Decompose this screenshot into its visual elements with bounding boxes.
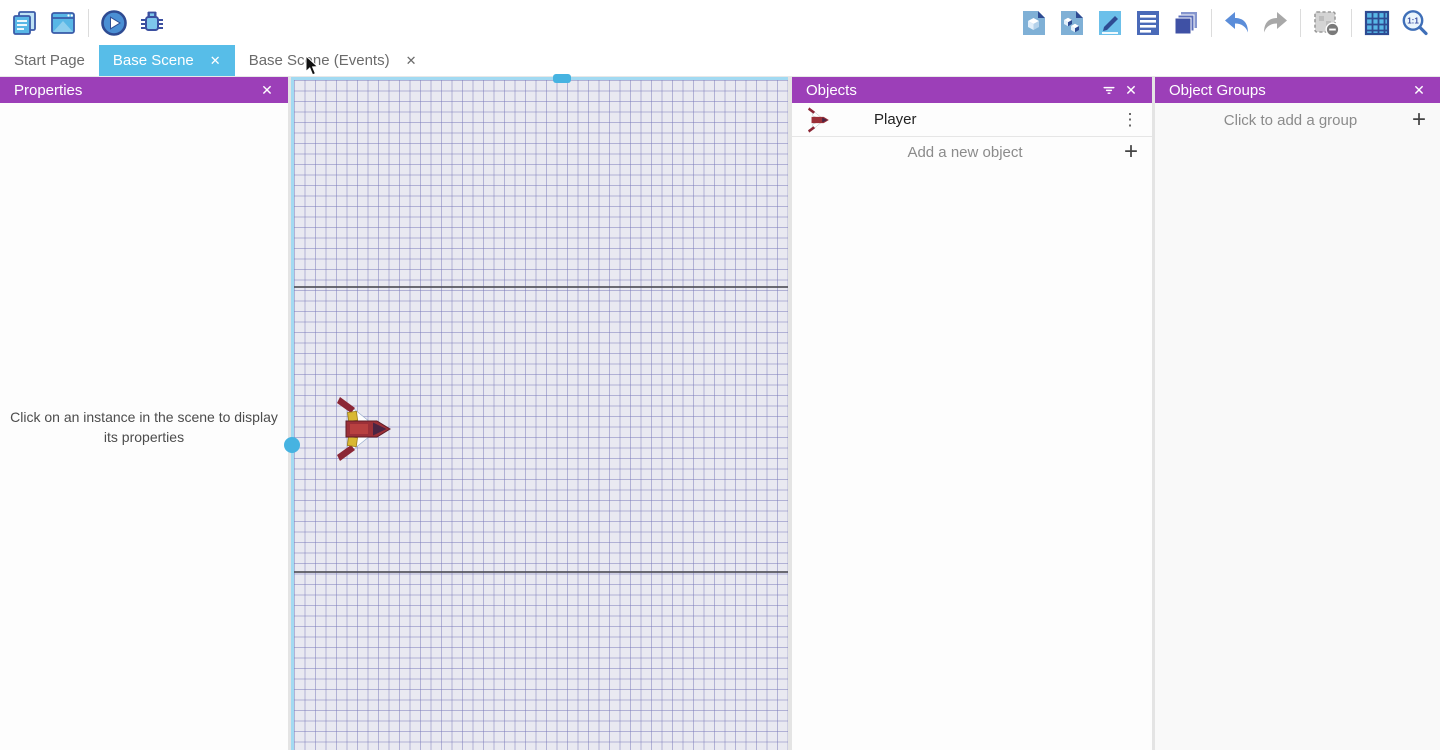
tab-label: Base Scene (Events)	[249, 52, 390, 69]
window-border-guide-top	[294, 286, 788, 288]
open-objects-editor-button[interactable]	[1017, 6, 1051, 40]
layers-panel-icon	[1171, 8, 1201, 38]
redo-button[interactable]	[1258, 6, 1292, 40]
mask-icon	[1311, 8, 1341, 38]
objects-panel-header: Objects ✕	[792, 77, 1152, 103]
start-page-button[interactable]	[46, 6, 80, 40]
project-manager-icon	[10, 8, 40, 38]
plus-icon[interactable]: +	[1124, 141, 1138, 163]
play-icon	[99, 8, 129, 38]
add-group-label: Click to add a group	[1169, 112, 1412, 129]
toolbar-separator	[1300, 9, 1301, 37]
toolbar-separator	[88, 9, 89, 37]
properties-empty-message: Click on an instance in the scene to dis…	[10, 407, 278, 447]
grid-icon	[1362, 8, 1392, 38]
toolbar-separator	[1351, 9, 1352, 37]
objects-panel: Objects ✕ Player ⋮ Add a new object	[792, 77, 1152, 750]
zoom-original-button[interactable]: 1:1	[1398, 6, 1432, 40]
redo-icon	[1260, 8, 1290, 38]
window-icon	[48, 8, 78, 38]
object-groups-panel-header: Object Groups ✕	[1155, 77, 1440, 103]
add-object-label: Add a new object	[806, 144, 1124, 161]
object-thumbnail	[808, 106, 830, 134]
panel-resize-handle-left[interactable]	[284, 437, 300, 453]
scene-canvas[interactable]	[291, 77, 788, 750]
window-border-guide-bottom	[294, 571, 788, 573]
add-object-row[interactable]: Add a new object +	[792, 137, 1152, 167]
tab-close-icon[interactable]: ✕	[210, 53, 221, 69]
zoom-level-label: 1:1	[1407, 16, 1419, 25]
open-instances-list-button[interactable]	[1131, 6, 1165, 40]
panel-resize-handle-top[interactable]	[553, 74, 571, 83]
toolbar-left-group	[6, 6, 171, 40]
panel-title: Properties	[14, 82, 82, 99]
filter-icon[interactable]	[1098, 79, 1120, 101]
tab-base-scene[interactable]: Base Scene ✕	[99, 45, 235, 76]
properties-panel-body: Click on an instance in the scene to dis…	[0, 103, 288, 750]
add-group-row[interactable]: Click to add a group +	[1155, 103, 1440, 137]
plus-icon[interactable]: +	[1412, 109, 1426, 131]
open-layers-editor-button[interactable]	[1169, 6, 1203, 40]
object-menu-icon[interactable]: ⋮	[1118, 110, 1142, 130]
close-icon[interactable]: ✕	[1120, 79, 1142, 101]
toolbar-separator	[1211, 9, 1212, 37]
toggle-grid-button[interactable]	[1360, 6, 1394, 40]
preview-play-button[interactable]	[97, 6, 131, 40]
close-icon[interactable]: ✕	[1408, 79, 1430, 101]
object-row-player[interactable]: Player ⋮	[792, 103, 1152, 137]
toggle-mask-button[interactable]	[1309, 6, 1343, 40]
tab-start-page[interactable]: Start Page	[0, 45, 99, 76]
properties-panel-icon	[1095, 8, 1125, 38]
project-manager-button[interactable]	[8, 6, 42, 40]
player-instance[interactable]	[337, 396, 393, 462]
open-object-groups-editor-button[interactable]	[1055, 6, 1089, 40]
open-properties-panel-button[interactable]	[1093, 6, 1127, 40]
zoom-1-1-icon: 1:1	[1400, 8, 1430, 38]
tab-close-icon[interactable]: ✕	[406, 53, 417, 69]
panel-title: Objects	[806, 82, 857, 99]
undo-button[interactable]	[1220, 6, 1254, 40]
debug-button[interactable]	[135, 6, 169, 40]
panel-title: Object Groups	[1169, 82, 1266, 99]
object-groups-panel-icon	[1057, 8, 1087, 38]
top-toolbar: 1:1	[0, 0, 1440, 45]
editor-tabbar: Start Page Base Scene ✕ Base Scene (Even…	[0, 45, 1440, 77]
tab-base-scene-events[interactable]: Base Scene (Events) ✕	[235, 45, 431, 76]
properties-panel: Properties ✕ Click on an instance in the…	[0, 77, 288, 750]
properties-panel-header: Properties ✕	[0, 77, 288, 103]
toolbar-right-group: 1:1	[1015, 6, 1434, 40]
tab-label: Start Page	[14, 52, 85, 69]
tab-label: Base Scene	[113, 52, 194, 69]
bug-icon	[137, 8, 167, 38]
object-name: Player	[874, 111, 1118, 128]
main-area: Properties ✕ Click on an instance in the…	[0, 77, 1440, 750]
undo-icon	[1222, 8, 1252, 38]
instances-list-icon	[1133, 8, 1163, 38]
object-groups-panel: Object Groups ✕ Click to add a group +	[1155, 77, 1440, 750]
objects-panel-icon	[1019, 8, 1049, 38]
close-icon[interactable]: ✕	[256, 79, 278, 101]
